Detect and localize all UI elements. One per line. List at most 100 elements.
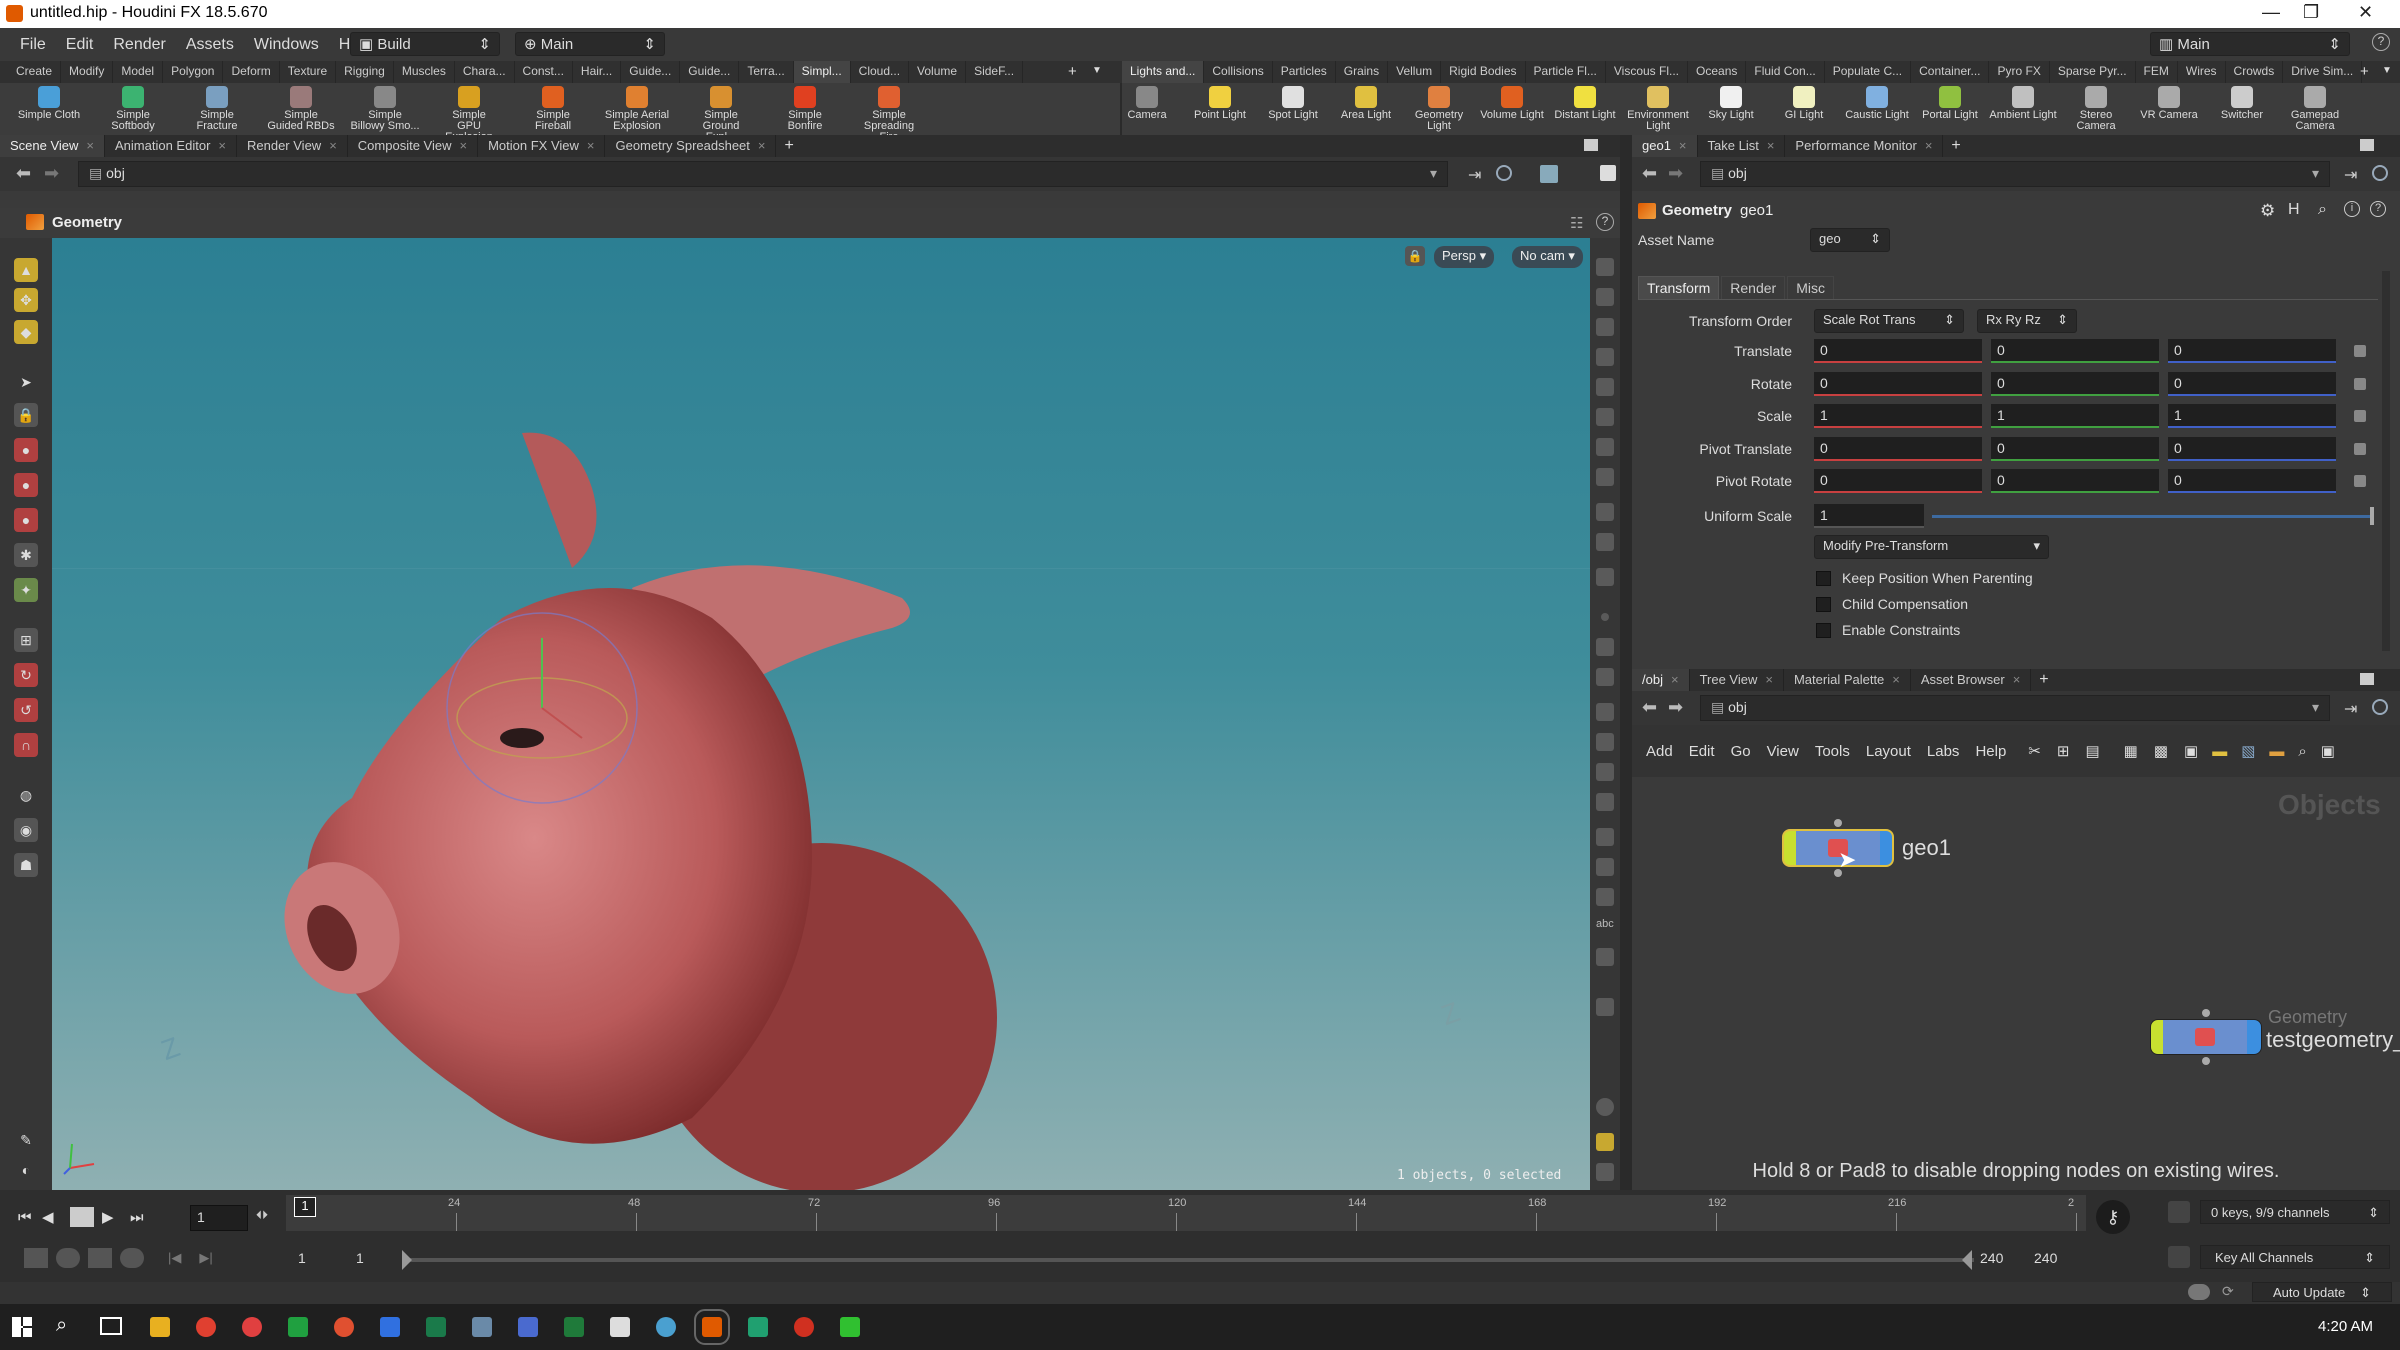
pivot-translate-x-field[interactable]: 0	[1814, 436, 1982, 461]
status-chat-icon[interactable]	[2188, 1284, 2210, 1300]
tools_right-tool-4[interactable]: Geometry Light	[1404, 83, 1474, 135]
app-icon-6[interactable]	[472, 1317, 492, 1337]
network-pane-menu-icon[interactable]	[2360, 673, 2374, 685]
play-icon[interactable]: ▶	[102, 1208, 130, 1226]
network-forward-arrow-icon[interactable]: ➡	[1668, 697, 1683, 718]
shelf-tab-17[interactable]: SideF...	[966, 61, 1024, 83]
keys-panel-icon[interactable]	[2168, 1201, 2190, 1223]
network-pin-icon[interactable]: ⇥	[2344, 699, 2357, 719]
menu-file[interactable]: File	[20, 36, 46, 54]
sticky-note-icon[interactable]: ▬	[2212, 743, 2227, 760]
auto-update-menu[interactable]: Auto Update ⇕	[2252, 1282, 2392, 1302]
tools_right-tool-5[interactable]: Volume Light	[1477, 83, 1547, 135]
network-menu-edit[interactable]: Edit	[1689, 743, 1715, 760]
shelf-tab-2[interactable]: Model	[113, 61, 164, 83]
shelf-tab-10[interactable]: Hair...	[573, 61, 622, 83]
right-back-arrow-icon[interactable]: ⬅	[1642, 163, 1657, 184]
network-tab-close-icon-3[interactable]: ×	[2013, 672, 2021, 687]
right-link-icon[interactable]	[2372, 165, 2388, 181]
right-pane-tab-1[interactable]: Take List ×	[1698, 135, 1786, 157]
left-pane-tab-1[interactable]: Animation Editor ×	[105, 135, 237, 157]
right-path-field[interactable]: ▤ obj ▾	[1700, 161, 2330, 187]
scale-channel-icon[interactable]	[2354, 410, 2366, 422]
sphere-tool-icon[interactable]: ◍	[14, 783, 38, 807]
network-menu-tools[interactable]: Tools	[1815, 743, 1850, 760]
shelf-tab-right-15[interactable]: Wires	[2178, 61, 2226, 83]
menu-render[interactable]: Render	[113, 36, 165, 54]
left-pane-tab-close-icon-3[interactable]: ×	[460, 138, 468, 153]
app-icon-9[interactable]	[656, 1317, 676, 1337]
shelf-tab-right-10[interactable]: Populate C...	[1825, 61, 1912, 83]
shelf-tab-right-11[interactable]: Container...	[1911, 61, 1990, 83]
network-back-arrow-icon[interactable]: ⬅	[1642, 697, 1657, 718]
globe-tool-icon[interactable]: ◐	[14, 1158, 38, 1182]
text-view-icon[interactable]: abc	[1596, 918, 1614, 936]
range-slider[interactable]	[404, 1258, 1974, 1262]
menu-assets[interactable]: Assets	[186, 36, 234, 54]
tools_right-tool-13[interactable]: Stereo Camera	[2061, 83, 2131, 135]
viewport-menu-icon[interactable]: ☷	[1570, 214, 1583, 232]
right-pin-icon[interactable]: ⇥	[2344, 165, 2357, 185]
network-menu-help[interactable]: Help	[1975, 743, 2006, 760]
tools_left-tool-1[interactable]: Simple Softbody	[98, 83, 168, 135]
network-editor[interactable]: Objects geo1 ➤ Geometry testgeometry_ Ho…	[1632, 777, 2400, 1190]
shelf-tab-9[interactable]: Const...	[515, 61, 573, 83]
current-frame-field[interactable]: 1	[190, 1205, 248, 1231]
hint-view-icon[interactable]	[1596, 998, 1614, 1016]
network-view-icon[interactable]: ▣	[2184, 742, 2198, 760]
uniform-scale-field[interactable]: 1	[1814, 504, 1924, 528]
shelf-tab-right-1[interactable]: Collisions	[1204, 61, 1273, 83]
add-network-tab-icon[interactable]: +	[2039, 671, 2048, 689]
render-view-icon[interactable]	[1596, 948, 1614, 966]
network-tab-close-icon-1[interactable]: ×	[1765, 672, 1773, 687]
testgeometry-node[interactable]	[2150, 1019, 2262, 1055]
left-pane-tab-3[interactable]: Composite View ×	[348, 135, 479, 157]
grid-tool-icon[interactable]: ▦	[2124, 742, 2138, 760]
rotate-order-dropdown[interactable]: Rx Ry Rz ⇕	[1977, 309, 2077, 333]
select-tool-icon[interactable]: ▲	[14, 258, 38, 282]
right-pane-menu-icon[interactable]	[2360, 139, 2374, 151]
pivot-translate-z-field[interactable]: 0	[2168, 436, 2336, 461]
audio-icon[interactable]	[56, 1248, 80, 1268]
network-search-icon[interactable]: ⌕	[2298, 743, 2306, 760]
range-start-field[interactable]: 1	[298, 1250, 306, 1266]
left-pane-tab-close-icon-0[interactable]: ×	[86, 138, 94, 153]
tab-misc[interactable]: Misc	[1787, 275, 1834, 299]
left-pane-tab-close-icon-4[interactable]: ×	[587, 138, 595, 153]
pointer-icon[interactable]: ➤	[14, 370, 38, 394]
add-shelf-icon-right[interactable]: +	[2360, 63, 2369, 80]
step-keys-icon[interactable]: ⏴⏵	[256, 1208, 268, 1223]
range-start2-field[interactable]: 1	[356, 1250, 364, 1266]
taskbar-search-icon[interactable]: ⌕	[56, 1314, 67, 1337]
right-pane-tab-2[interactable]: Performance Monitor ×	[1785, 135, 1944, 157]
shelf-menu-icon[interactable]: ▼	[1092, 65, 1102, 76]
app-icon-7[interactable]	[518, 1317, 538, 1337]
network-menu-view[interactable]: View	[1767, 743, 1799, 760]
pane-menu-icon[interactable]	[1584, 139, 1598, 151]
shelf-tab-6[interactable]: Rigging	[336, 61, 394, 83]
shelf-tab-right-2[interactable]: Particles	[1273, 61, 1336, 83]
maximize-icon[interactable]: ❐	[2303, 2, 2319, 23]
forward-arrow-icon[interactable]: ➡	[44, 163, 59, 184]
range-slider-end-handle[interactable]	[1962, 1250, 1972, 1270]
tools_left-tool-5[interactable]: SimpleGPU Explosion	[434, 83, 504, 143]
keep-position-checkbox[interactable]	[1816, 571, 1831, 586]
camera-tool-icon[interactable]: ☗	[14, 853, 38, 877]
bucket-view-icon[interactable]	[1596, 763, 1614, 781]
uniform-scale-slider[interactable]	[1932, 515, 2372, 518]
network-path-field[interactable]: ▤ obj ▾	[1700, 695, 2330, 721]
number-view-icon[interactable]	[1596, 703, 1614, 721]
timeline-ruler[interactable]: 1 24 48 72 96 120 144 168 192 216 2	[286, 1195, 2086, 1231]
left-pane-tab-close-icon-2[interactable]: ×	[329, 138, 337, 153]
shelf-tab-right-12[interactable]: Pyro FX	[1989, 61, 2050, 83]
scale-tool-icon[interactable]: ↺	[14, 698, 38, 722]
pivot-translate-y-field[interactable]: 0	[1991, 436, 2159, 461]
network-link-icon[interactable]	[2372, 699, 2388, 715]
right-pane-tab-close-icon-2[interactable]: ×	[1925, 138, 1933, 153]
tools_right-tool-3[interactable]: Area Light	[1331, 83, 1401, 135]
shelf-tab-right-5[interactable]: Rigid Bodies	[1441, 61, 1526, 83]
houdini-taskbar-icon[interactable]	[694, 1309, 730, 1345]
shelf-tab-right-6[interactable]: Particle Fl...	[1526, 61, 1606, 83]
network-menu-labs[interactable]: Labs	[1927, 743, 1960, 760]
shelf-tab-13[interactable]: Terra...	[739, 61, 794, 83]
